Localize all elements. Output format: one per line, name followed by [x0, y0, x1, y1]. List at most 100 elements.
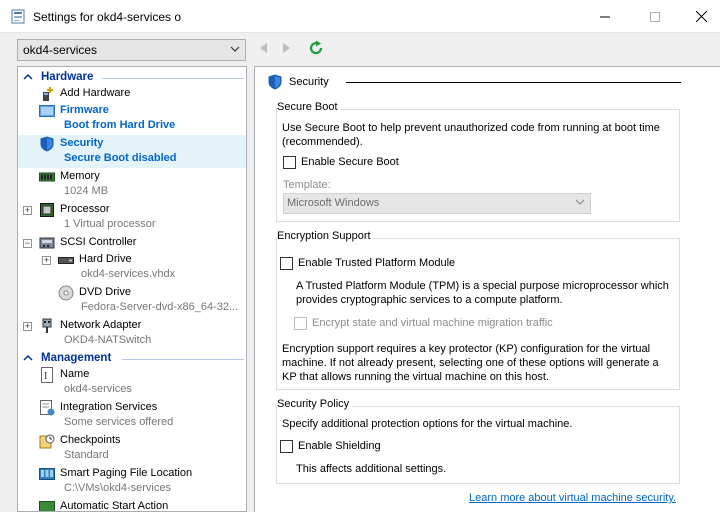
template-select[interactable]: Microsoft Windows — [283, 193, 591, 214]
enable-tpm-label: Enable Trusted Platform Module — [298, 257, 456, 269]
tree-item-label: Name — [60, 368, 90, 380]
encryption-support-title: Encryption Support — [277, 230, 374, 242]
tree-item-label: DVD Drive — [79, 286, 131, 298]
scsi-icon — [39, 237, 55, 249]
expand-icon[interactable]: + — [42, 256, 51, 265]
integration-icon — [40, 400, 55, 416]
tree-item-detail: Fedora-Server-dvd-x86_64-32... — [81, 301, 239, 313]
page-title: Security — [289, 76, 329, 88]
vm-select[interactable]: okd4-services — [17, 39, 246, 61]
tree-item-detail: okd4-services.vhdx — [81, 268, 176, 280]
dvd-icon — [58, 285, 74, 301]
encrypt-state-label: Encrypt state and virtual machine migrat… — [312, 317, 553, 329]
secure-boot-title: Secure Boot — [277, 101, 341, 113]
refresh-icon[interactable] — [308, 40, 324, 56]
tree-item-label: Checkpoints — [60, 434, 121, 446]
section-divider — [122, 359, 244, 360]
secure-boot-description: Use Secure Boot to help prevent unauthor… — [282, 122, 660, 148]
tree-item-detail: 1 Virtual processor — [64, 218, 156, 230]
tree-item-hard-drive[interactable]: + Hard Drive okd4-services.vhdx — [18, 251, 246, 284]
settings-tree: Hardware Add Hardware Firmware Boot from… — [17, 66, 247, 512]
tree-item-network-adapter[interactable]: + Network Adapter OKD4-NATSwitch — [18, 317, 246, 350]
window-title: Settings for okd4-services o — [33, 10, 182, 24]
enable-tpm-checkbox[interactable] — [280, 257, 293, 270]
tree-item-label: Smart Paging File Location — [60, 467, 193, 479]
template-label: Template: — [283, 179, 331, 191]
kp-description: Encryption support requires a key protec… — [282, 343, 659, 383]
tree-item-detail: OKD4-NATSwitch — [64, 334, 152, 346]
tree-item-detail: Boot from Hard Drive — [64, 119, 176, 131]
tree-item-label: Security — [60, 137, 104, 149]
tree-item-label: Network Adapter — [60, 319, 142, 331]
tree-item-dvd-drive[interactable]: DVD Drive Fedora-Server-dvd-x86_64-32... — [18, 284, 246, 317]
security-policy-title: Security Policy — [277, 398, 353, 410]
close-button[interactable] — [678, 0, 720, 33]
add-hardware-icon — [43, 87, 53, 101]
enable-secure-boot-label: Enable Secure Boot — [301, 156, 399, 168]
minimize-button[interactable] — [582, 0, 628, 33]
title-bar: Settings for okd4-services o — [0, 0, 720, 33]
tree-item-scsi-controller[interactable]: − SCSI Controller — [18, 234, 246, 251]
maximize-icon — [650, 11, 660, 22]
tree-item-firmware[interactable]: Firmware Boot from Hard Drive — [18, 102, 246, 135]
enable-shielding-checkbox[interactable] — [280, 440, 293, 453]
tree-item-label: Integration Services — [60, 401, 158, 413]
security-policy-description: Specify additional protection options fo… — [282, 418, 573, 430]
expand-icon[interactable]: + — [23, 206, 32, 215]
secure-boot-group: Secure Boot Use Secure Boot to help prev… — [276, 101, 680, 222]
name-icon: I — [41, 367, 53, 383]
hard-drive-icon — [58, 257, 74, 264]
tree-item-detail: Some services offered — [64, 416, 174, 428]
expand-icon[interactable]: + — [23, 322, 32, 331]
chevron-down-icon — [230, 46, 240, 52]
tree-item-add-hardware[interactable]: Add Hardware — [18, 85, 246, 102]
encrypt-state-checkbox[interactable] — [294, 317, 307, 330]
header-divider — [346, 82, 681, 83]
learn-more-link[interactable]: Learn more about virtual machine securit… — [469, 492, 676, 504]
tree-item-label: Firmware — [60, 104, 109, 116]
processor-icon — [40, 203, 54, 217]
network-adapter-icon — [42, 318, 52, 333]
vm-select-value: okd4-services — [23, 43, 98, 57]
paging-icon — [39, 468, 55, 480]
enable-shielding-label: Enable Shielding — [298, 440, 381, 452]
tree-item-processor[interactable]: + Processor 1 Virtual processor — [18, 201, 246, 234]
tree-item-detail: 1024 MB — [64, 185, 109, 197]
hardware-section-header[interactable]: Hardware — [18, 69, 246, 85]
management-section-header[interactable]: Management — [18, 350, 246, 366]
tree-item-checkpoints[interactable]: Checkpoints Standard — [18, 432, 246, 465]
security-settings-panel: Security Secure Boot Use Secure Boot to … — [254, 66, 720, 512]
shielding-note: This affects additional settings. — [296, 463, 447, 475]
chevron-down-icon — [575, 199, 585, 205]
tpm-description: A Trusted Platform Module (TPM) is a spe… — [296, 280, 669, 306]
hardware-section-label: Hardware — [41, 71, 94, 83]
tree-item-integration-services[interactable]: Integration Services Some services offer… — [18, 399, 246, 432]
tree-item-label: Hard Drive — [79, 253, 132, 265]
panel-header: Security — [267, 74, 681, 90]
settings-app-icon — [11, 9, 25, 24]
start-action-icon — [39, 501, 55, 511]
collapse-tree-icon[interactable]: − — [23, 239, 32, 248]
forward-arrow-icon[interactable] — [282, 42, 292, 54]
close-icon — [695, 11, 707, 22]
collapse-icon — [23, 73, 33, 80]
maximize-button[interactable] — [632, 0, 678, 33]
tree-item-label: Processor — [60, 203, 110, 215]
tree-item-detail: C:\VMs\okd4-services — [64, 482, 171, 494]
tree-item-label: Automatic Start Action — [60, 500, 169, 512]
back-arrow-icon[interactable] — [258, 42, 268, 54]
tree-item-name[interactable]: I Name okd4-services — [18, 366, 246, 399]
management-section-label: Management — [41, 352, 112, 364]
tree-item-automatic-start-action[interactable]: Automatic Start Action — [18, 498, 246, 512]
tree-item-detail: okd4-services — [64, 383, 132, 395]
svg-text:I: I — [44, 371, 47, 382]
encryption-support-group: Encryption Support Enable Trusted Platfo… — [276, 230, 680, 390]
enable-secure-boot-checkbox[interactable] — [283, 156, 296, 169]
tree-item-security[interactable]: Security Secure Boot disabled — [18, 135, 246, 168]
tree-item-memory[interactable]: Memory 1024 MB — [18, 168, 246, 201]
tree-item-smart-paging[interactable]: Smart Paging File Location C:\VMs\okd4-s… — [18, 465, 246, 498]
tree-item-detail: Secure Boot disabled — [64, 152, 177, 164]
section-divider — [102, 78, 244, 79]
tree-item-label: Memory — [60, 170, 100, 182]
collapse-icon — [23, 354, 33, 361]
